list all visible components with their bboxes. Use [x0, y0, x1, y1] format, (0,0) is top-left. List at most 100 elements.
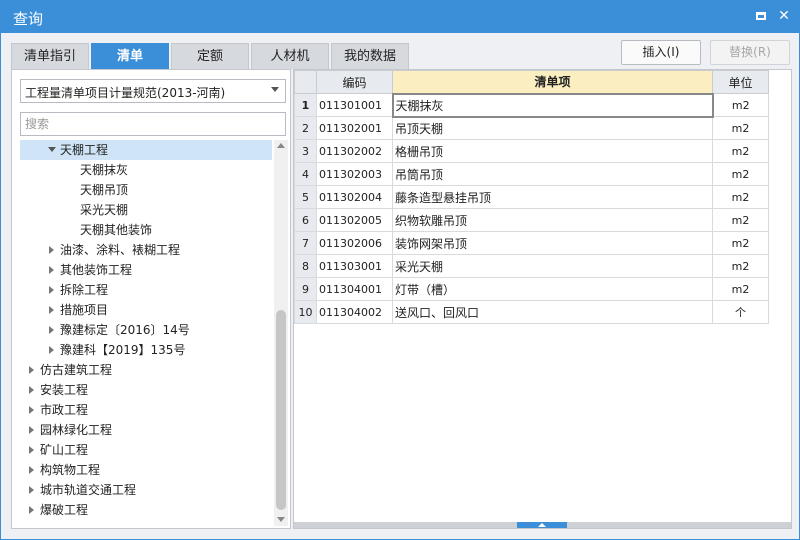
header-row-number — [294, 70, 317, 94]
chevron-right-icon[interactable] — [26, 420, 38, 440]
unit-cell[interactable]: 个 — [712, 300, 769, 324]
code-cell[interactable]: 011304001 — [316, 277, 393, 301]
table-row[interactable]: 7 011302006 装饰网架吊顶 m2 — [294, 231, 769, 255]
scrollbar-thumb[interactable] — [276, 310, 286, 510]
chevron-right-icon[interactable] — [46, 260, 58, 280]
table-row[interactable]: 9 011304001 灯带（槽） m2 — [294, 277, 769, 301]
table-row[interactable]: 6 011302005 织物软雕吊顶 m2 — [294, 208, 769, 232]
chevron-right-icon[interactable] — [26, 440, 38, 460]
code-cell[interactable]: 011302005 — [316, 208, 393, 232]
chevron-right-icon[interactable] — [26, 380, 38, 400]
chevron-right-icon[interactable] — [26, 480, 38, 500]
maximize-icon[interactable] — [752, 7, 770, 25]
item-cell[interactable]: 织物软雕吊顶 — [392, 208, 713, 232]
chevron-right-icon[interactable] — [46, 280, 58, 300]
tab-labor-material[interactable]: 人材机 — [251, 43, 329, 69]
chevron-right-icon[interactable] — [46, 300, 58, 320]
tree-scrollbar[interactable] — [274, 140, 288, 526]
tree-node[interactable]: 城市轨道交通工程 — [20, 480, 272, 500]
replace-button[interactable]: 替换(R) — [710, 40, 790, 65]
tree-node[interactable]: 天棚其他装饰 — [20, 220, 272, 240]
tree-node[interactable]: 仿古建筑工程 — [20, 360, 272, 380]
tree-node[interactable]: 天棚抹灰 — [20, 160, 272, 180]
tree-node[interactable]: 拆除工程 — [20, 280, 272, 300]
tree-node[interactable]: 市政工程 — [20, 400, 272, 420]
tab-bill[interactable]: 清单 — [91, 43, 169, 69]
unit-cell[interactable]: m2 — [712, 231, 769, 255]
tree-node[interactable]: 豫建科【2019】135号 — [20, 340, 272, 360]
unit-cell[interactable]: m2 — [712, 208, 769, 232]
close-icon[interactable]: ✕ — [775, 7, 793, 25]
tree-node[interactable]: 油漆、涂料、裱糊工程 — [20, 240, 272, 260]
header-unit[interactable]: 单位 — [712, 70, 769, 94]
tree-node[interactable]: 爆破工程 — [20, 500, 272, 520]
item-cell[interactable]: 格栅吊顶 — [392, 139, 713, 163]
item-cell[interactable]: 吊筒吊顶 — [392, 162, 713, 186]
table-row[interactable]: 4 011302003 吊筒吊顶 m2 — [294, 162, 769, 186]
header-code[interactable]: 编码 — [316, 70, 393, 94]
chevron-right-icon[interactable] — [26, 400, 38, 420]
table-row[interactable]: 8 011303001 采光天棚 m2 — [294, 254, 769, 278]
table-row[interactable]: 3 011302002 格栅吊顶 m2 — [294, 139, 769, 163]
tree-node[interactable]: 豫建标定〔2016〕14号 — [20, 320, 272, 340]
tab-guide[interactable]: 清单指引 — [11, 43, 89, 69]
code-cell[interactable]: 011302002 — [316, 139, 393, 163]
table-row[interactable]: 2 011302001 吊顶天棚 m2 — [294, 116, 769, 140]
tab-my-data[interactable]: 我的数据 — [331, 43, 409, 69]
chevron-right-icon[interactable] — [26, 360, 38, 380]
row-number-cell: 1 — [294, 93, 317, 117]
item-cell[interactable]: 送风口、回风口 — [392, 300, 713, 324]
tree-node[interactable]: 矿山工程 — [20, 440, 272, 460]
tab-quota[interactable]: 定额 — [171, 43, 249, 69]
tree-node[interactable]: 构筑物工程 — [20, 460, 272, 480]
table-row[interactable]: 5 011302004 藤条造型悬挂吊顶 m2 — [294, 185, 769, 209]
unit-cell[interactable]: m2 — [712, 185, 769, 209]
tree-node-label: 其他装饰工程 — [60, 263, 133, 277]
code-cell[interactable]: 011301001 — [316, 93, 393, 117]
tree-node[interactable]: 园林绿化工程 — [20, 420, 272, 440]
code-cell[interactable]: 011302001 — [316, 116, 393, 140]
unit-cell[interactable]: m2 — [712, 162, 769, 186]
spec-select[interactable]: 工程量清单项目计量规范(2013-河南) — [20, 79, 286, 103]
splitter-bar[interactable] — [294, 522, 791, 528]
tree-node[interactable]: 天棚工程 — [20, 140, 272, 160]
code-cell[interactable]: 011302006 — [316, 231, 393, 255]
chevron-down-icon[interactable] — [46, 140, 58, 160]
scroll-down-icon[interactable] — [277, 517, 285, 522]
item-cell[interactable]: 天棚抹灰 — [391, 92, 714, 118]
tree-node-label: 城市轨道交通工程 — [40, 483, 137, 497]
chevron-right-icon[interactable] — [46, 320, 58, 340]
item-cell[interactable]: 装饰网架吊顶 — [392, 231, 713, 255]
unit-cell[interactable]: m2 — [712, 277, 769, 301]
chevron-right-icon[interactable] — [26, 460, 38, 480]
unit-cell[interactable]: m2 — [712, 254, 769, 278]
chevron-right-icon[interactable] — [46, 340, 58, 360]
unit-cell[interactable]: m2 — [712, 93, 769, 117]
code-cell[interactable]: 011304002 — [316, 300, 393, 324]
chevron-right-icon[interactable] — [46, 240, 58, 260]
code-cell[interactable]: 011302003 — [316, 162, 393, 186]
chevron-right-icon[interactable] — [26, 500, 38, 520]
tree-node[interactable]: 其他装饰工程 — [20, 260, 272, 280]
search-input[interactable] — [20, 112, 286, 136]
tree-node[interactable]: 安装工程 — [20, 380, 272, 400]
table-row[interactable]: 10 011304002 送风口、回风口个 — [294, 300, 769, 324]
tree-node[interactable]: 措施项目 — [20, 300, 272, 320]
item-cell[interactable]: 灯带（槽） — [392, 277, 713, 301]
code-cell[interactable]: 011302004 — [316, 185, 393, 209]
insert-button[interactable]: 插入(I) — [621, 40, 701, 65]
table-row[interactable]: 1 011301001 天棚抹灰 m2 — [294, 92, 769, 118]
unit-cell[interactable]: m2 — [712, 139, 769, 163]
tree-node[interactable]: 天棚吊顶 — [20, 180, 272, 200]
item-cell[interactable]: 采光天棚 — [392, 254, 713, 278]
collapse-up-icon[interactable] — [517, 522, 567, 528]
row-number-cell: 6 — [294, 208, 317, 232]
tree-node[interactable]: 采光天棚 — [20, 200, 272, 220]
unit-cell[interactable]: m2 — [712, 116, 769, 140]
item-cell[interactable]: 吊顶天棚 — [392, 116, 713, 140]
scroll-up-icon[interactable] — [277, 143, 285, 148]
tree-node-label: 构筑物工程 — [40, 463, 101, 477]
item-cell[interactable]: 藤条造型悬挂吊顶 — [392, 185, 713, 209]
header-item[interactable]: 清单项 — [392, 70, 713, 94]
code-cell[interactable]: 011303001 — [316, 254, 393, 278]
